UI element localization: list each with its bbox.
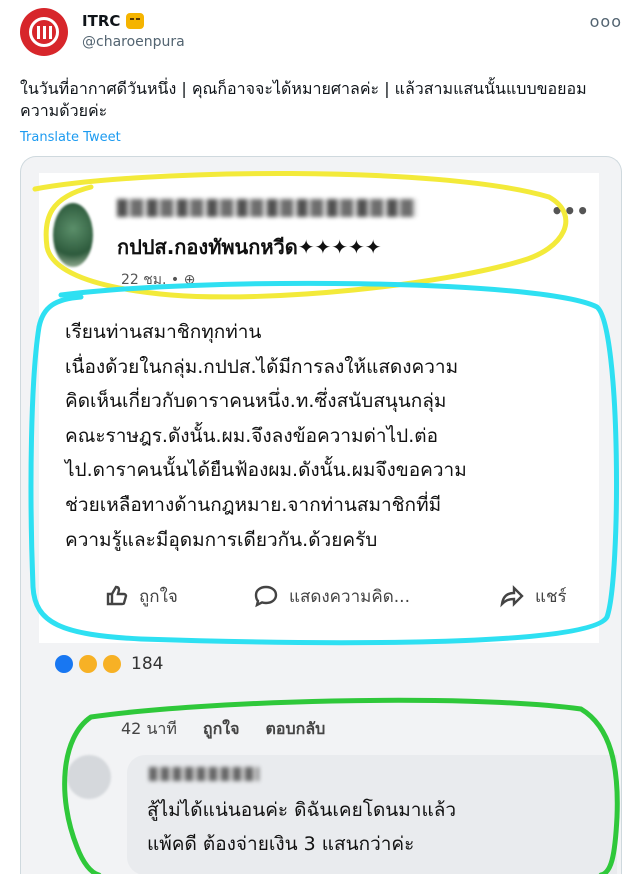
comment-time: 42 นาที [121, 719, 177, 738]
comment-bubble-icon [254, 585, 278, 608]
share-label: แชร์ [535, 586, 567, 607]
comment-label: แสดงความคิด... [289, 586, 410, 607]
author-name-row: ITRC [82, 12, 145, 30]
share-action: แชร์ [499, 583, 567, 610]
post-line: ช่วยเหลือทางด้านกฎหมาย.จากท่านสมาชิกที่ม… [65, 493, 442, 516]
comment-text: สู้ไม่ได้แน่นอนค่ะ ดิฉันเคยโดนมาแล้ว แพ้… [147, 793, 456, 861]
emoji-badge-icon [126, 13, 145, 29]
post-line: เนื่องด้วยในกลุ่ม.กปปส.ได้มีการลงให้แสดง… [65, 355, 459, 378]
user-handle[interactable]: @charoenpura [82, 34, 185, 50]
post-line: เรียนท่านสมาชิกทุกท่าน [65, 321, 262, 343]
translate-tweet-link[interactable]: Translate Tweet [20, 130, 121, 145]
like-action: ถูกใจ [105, 583, 178, 610]
post-body: เรียนท่านสมาชิกทุกท่าน เนื่องด้วยในกลุ่ม… [65, 315, 585, 557]
comment-line: สู้ไม่ได้แน่นอนค่ะ ดิฉันเคยโดนมาแล้ว [147, 799, 457, 821]
share-arrow-icon [500, 585, 524, 608]
like-label: ถูกใจ [139, 586, 178, 607]
display-name[interactable]: ITRC [82, 12, 120, 30]
more-options-icon[interactable]: ooo [590, 12, 622, 31]
group-name: กปปส.กองทัพนกหวีด✦✦✦✦✦ [117, 235, 382, 259]
commenter-avatar-blurred [67, 755, 111, 799]
comment-bubble: สู้ไม่ได้แน่นอนค่ะ ดิฉันเคยโดนมาแล้ว แพ้… [127, 755, 617, 874]
like-reaction-icon [53, 653, 75, 675]
poster-avatar-blurred [53, 203, 93, 267]
post-action-bar: ถูกใจ แสดงความคิด... แชร์ [39, 573, 599, 619]
post-line: ไป.ดาราคนนั้นได้ยืนฟ้องผม.ดังนั้น.ผมจึงข… [65, 459, 467, 482]
care-reaction-icon [77, 653, 99, 675]
attached-image[interactable]: กปปส.กองทัพนกหวีด✦✦✦✦✦ 22 ชม. • ⊕ ••• เร… [20, 156, 622, 874]
post-line: คณะราษฎร.ดังนั้น.ผม.จึงลงข้อความด่าไป.ต่… [65, 424, 438, 447]
profile-avatar[interactable] [20, 8, 68, 56]
reaction-summary: 184 [53, 653, 163, 675]
comment-action: แสดงความคิด... [253, 583, 410, 610]
logo-icon [29, 17, 59, 47]
post-line: ความรู้และมีอุดมการเดียวกัน.ด้วยครับ [65, 528, 378, 551]
haha-reaction-icon [101, 653, 123, 675]
tweet-text: ในวันที่อากาศดีวันหนึ่ง | คุณก็อาจจะได้ห… [20, 79, 587, 120]
poster-name-blurred [117, 199, 417, 217]
facebook-post: กปปส.กองทัพนกหวีด✦✦✦✦✦ 22 ชม. • ⊕ ••• เร… [39, 173, 599, 643]
comment-like: ถูกใจ [202, 719, 240, 738]
post-timestamp: 22 ชม. • ⊕ [121, 272, 196, 288]
thumbs-up-icon [106, 585, 128, 606]
commenter-name-blurred [149, 767, 259, 781]
post-line: คิดเห็นเกี่ยวกับดาราคนหนึ่ง.ท.ซึ่งสนับสน… [65, 390, 447, 413]
comment-meta: 42 นาที ถูกใจ ตอบกลับ [121, 717, 325, 742]
comment-line: แพ้คดี ต้องจ่ายเงิน 3 แสนกว่าค่ะ [147, 833, 415, 855]
comment-reply: ตอบกลับ [265, 719, 326, 738]
post-more-icon: ••• [550, 199, 589, 223]
reaction-count: 184 [131, 654, 164, 674]
